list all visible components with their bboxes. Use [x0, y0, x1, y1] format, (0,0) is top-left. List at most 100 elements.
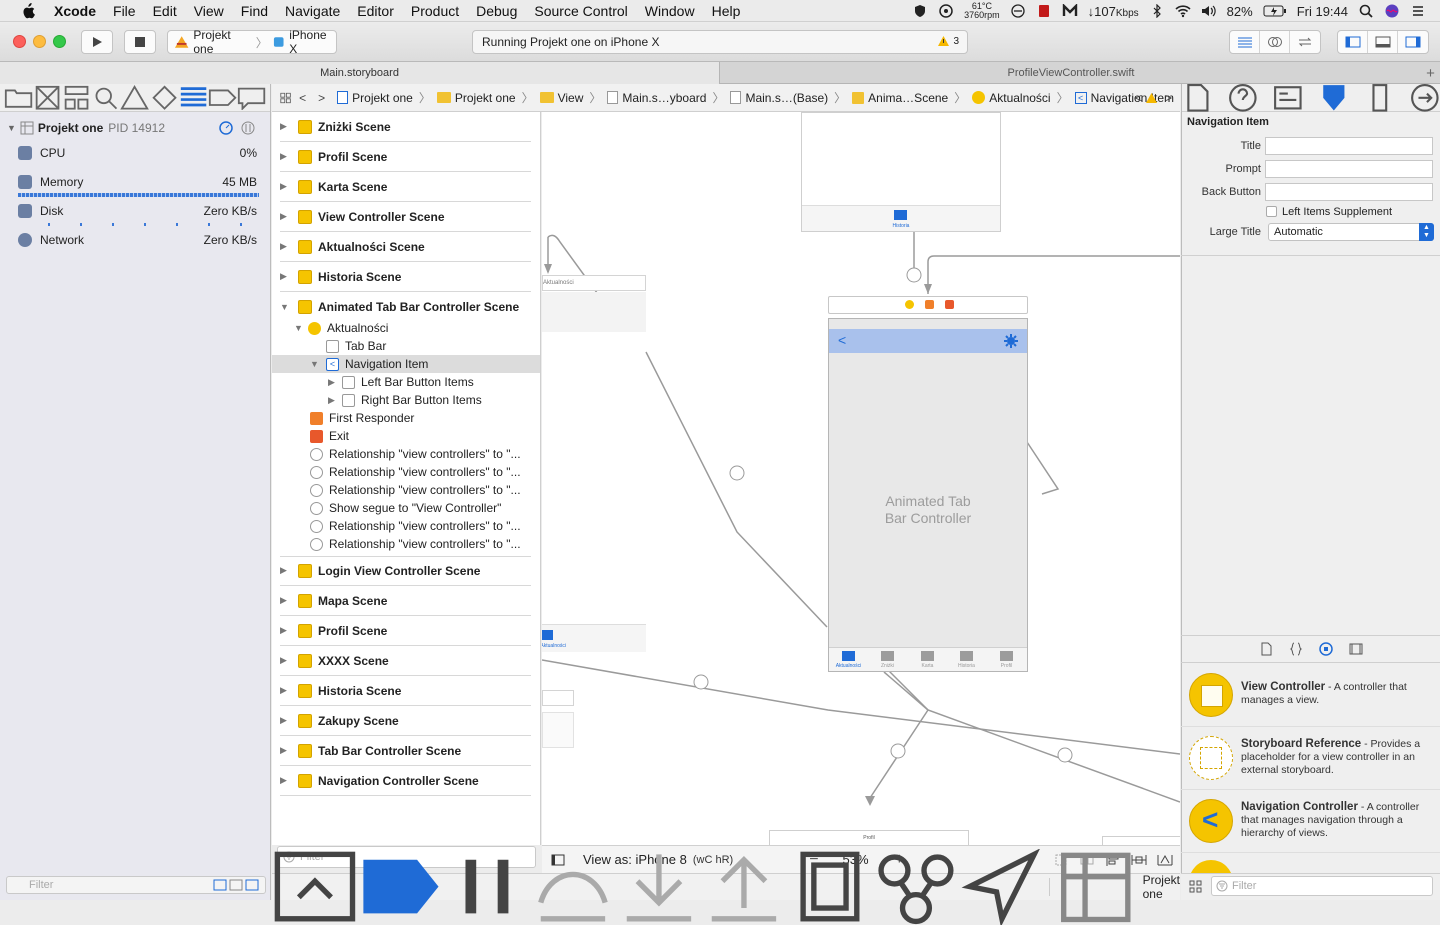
disclosure-closed-icon[interactable]: ▶	[328, 377, 342, 388]
breakpoints-toggle-icon[interactable]	[358, 849, 444, 924]
forward-arrow-icon[interactable]: >	[318, 91, 325, 105]
hide-debug-area-icon[interactable]	[272, 849, 358, 924]
file-inspector-icon[interactable]	[1182, 83, 1212, 113]
toggle-debug-area-button[interactable]	[1368, 31, 1398, 53]
breadcrumb-scene[interactable]: Anima…Scene〉	[852, 89, 966, 106]
outline-scene[interactable]: ▶Mapa Scene	[280, 586, 531, 616]
notification-center-icon[interactable]	[1410, 4, 1426, 18]
disclosure-closed-icon[interactable]: ▶	[280, 715, 288, 726]
debug-view-hierarchy-icon[interactable]	[787, 849, 873, 924]
left-scene-fragment[interactable]	[542, 690, 574, 706]
tab-bar[interactable]: Aktualności Zniżki Karta Historia Profil	[829, 647, 1027, 671]
outline-scene[interactable]: ▶Zakupy Scene	[280, 706, 531, 736]
breadcrumb-view-folder[interactable]: View〉	[540, 89, 602, 106]
memory-graph-icon[interactable]	[873, 849, 959, 924]
disclosure-open-icon[interactable]: ▼	[7, 123, 16, 133]
toggle-navigator-button[interactable]	[1338, 31, 1368, 53]
disclosure-closed-icon[interactable]: ▶	[280, 241, 288, 252]
issue-navigator-icon[interactable]	[120, 85, 149, 110]
outline-item-right-bar-buttons[interactable]: ▶Right Bar Button Items	[328, 391, 482, 409]
next-issue-icon[interactable]: >	[1165, 91, 1172, 105]
grid-view-icon[interactable]	[1189, 880, 1202, 893]
threads-icon[interactable]	[241, 121, 255, 135]
menu-edit[interactable]: Edit	[153, 3, 177, 19]
scheme-selector[interactable]: Projekt one 〉 iPhone X	[167, 30, 337, 54]
disclosure-closed-icon[interactable]: ▶	[280, 775, 288, 786]
disclosure-closed-icon[interactable]: ▶	[280, 121, 288, 132]
network-speed[interactable]: ↓107Kbps	[1088, 4, 1139, 19]
disclosure-closed-icon[interactable]: ▶	[280, 685, 288, 696]
left-scene-fragment[interactable]	[542, 712, 574, 748]
report-navigator-icon[interactable]	[237, 85, 266, 110]
close-window-button[interactable]	[13, 35, 26, 48]
library-item-navigation-controller[interactable]: < Navigation Controller - A controller t…	[1181, 791, 1440, 853]
gear-icon[interactable]	[1004, 334, 1018, 348]
large-title-select[interactable]: Automatic ▲▼	[1268, 223, 1434, 241]
navigator-filter-field[interactable]: Filter	[6, 876, 266, 894]
symbol-navigator-icon[interactable]	[62, 85, 91, 110]
code-snippet-icon[interactable]	[1289, 642, 1303, 656]
library-item-storyboard-reference[interactable]: Storyboard Reference - Provides a placeh…	[1181, 728, 1440, 790]
back-button-field[interactable]	[1265, 183, 1433, 201]
exit-dock-icon[interactable]	[945, 300, 954, 309]
version-editor-button[interactable]	[1290, 31, 1320, 53]
disclosure-closed-icon[interactable]: ▶	[280, 745, 288, 756]
breadcrumb-project[interactable]: Projekt one〉	[337, 89, 431, 106]
find-navigator-icon[interactable]	[91, 85, 120, 110]
back-arrow-icon[interactable]: <	[299, 91, 306, 105]
disclosure-closed-icon[interactable]: ▶	[280, 181, 288, 192]
disclosure-closed-icon[interactable]: ▶	[280, 565, 288, 576]
back-chevron-icon[interactable]: <	[838, 332, 846, 348]
warnings-indicator[interactable]: 3	[937, 35, 959, 47]
disclosure-open-icon[interactable]: ▼	[310, 359, 326, 369]
spotlight-icon[interactable]	[1358, 4, 1374, 18]
disclosure-closed-icon[interactable]: ▶	[280, 625, 288, 636]
outline-item-navigation-item[interactable]: ▼<Navigation Item	[272, 355, 540, 373]
disclosure-closed-icon[interactable]: ▶	[280, 595, 288, 606]
disk-gauge-row[interactable]: Disk Zero KB/s	[0, 199, 271, 223]
apple-icon[interactable]	[18, 3, 38, 19]
quick-help-icon[interactable]	[1228, 83, 1258, 113]
cpu-gauge-row[interactable]: CPU 0%	[0, 141, 271, 165]
new-tab-button[interactable]: +	[1421, 62, 1440, 84]
outline-item-left-bar-buttons[interactable]: ▶Left Bar Button Items	[328, 373, 474, 391]
breadcrumb-controller[interactable]: Aktualności〉	[972, 89, 1068, 106]
breakpoint-navigator-icon[interactable]	[208, 85, 237, 110]
related-items-grid-icon[interactable]	[280, 91, 291, 105]
object-library-icon[interactable]	[1319, 642, 1333, 656]
connections-inspector-icon[interactable]	[1410, 83, 1440, 113]
shield-icon[interactable]	[912, 4, 928, 18]
fan-icon[interactable]	[938, 4, 954, 18]
outline-scene[interactable]: ▶Navigation Controller Scene	[280, 766, 531, 796]
disclosure-closed-icon[interactable]: ▶	[328, 395, 342, 406]
battery-icon[interactable]	[1263, 4, 1287, 18]
breadcrumb-nav-item[interactable]: <Navigation Item	[1075, 91, 1174, 105]
library-filter-field[interactable]: Filter	[1211, 876, 1433, 896]
siri-icon[interactable]	[1384, 4, 1400, 18]
outline-scene[interactable]: ▶XXXX Scene	[280, 646, 531, 676]
left-items-supplement-checkbox[interactable]	[1266, 206, 1277, 217]
outline-scene[interactable]: ▶Historia Scene	[280, 676, 531, 706]
disclosure-open-icon[interactable]: ▼	[280, 302, 288, 312]
step-out-icon[interactable]	[701, 849, 787, 924]
outline-item-exit[interactable]: Exit	[310, 427, 349, 445]
outline-scene[interactable]: ▶View Controller Scene	[280, 202, 531, 232]
outline-scene[interactable]: ▶Login View Controller Scene	[280, 556, 531, 586]
outline-scene[interactable]: ▶Profil Scene	[280, 142, 531, 172]
menu-help[interactable]: Help	[712, 3, 741, 19]
flashcard-icon[interactable]	[1036, 4, 1052, 18]
pause-icon[interactable]	[444, 849, 530, 924]
controller-dock-icon[interactable]	[905, 300, 914, 309]
file-template-icon[interactable]	[1259, 642, 1273, 656]
outline-scene[interactable]: ▶Zniżki Scene	[280, 112, 531, 142]
debug-navigator-icon[interactable]	[179, 85, 208, 110]
first-responder-dock-icon[interactable]	[925, 300, 934, 309]
memory-gauge-row[interactable]: Memory 45 MB	[0, 170, 271, 194]
step-over-icon[interactable]	[530, 849, 616, 924]
outline-item-relationship[interactable]: Relationship "view controllers" to "...	[310, 535, 521, 553]
outline-scene[interactable]: ▶Profil Scene	[280, 616, 531, 646]
outline-scene-expanded[interactable]: ▼Animated Tab Bar Controller Scene	[280, 292, 531, 322]
simulate-location-icon[interactable]	[959, 849, 1045, 924]
assistant-editor-button[interactable]	[1260, 31, 1290, 53]
profil-scene-thumbnail[interactable]: Profil	[769, 830, 969, 845]
